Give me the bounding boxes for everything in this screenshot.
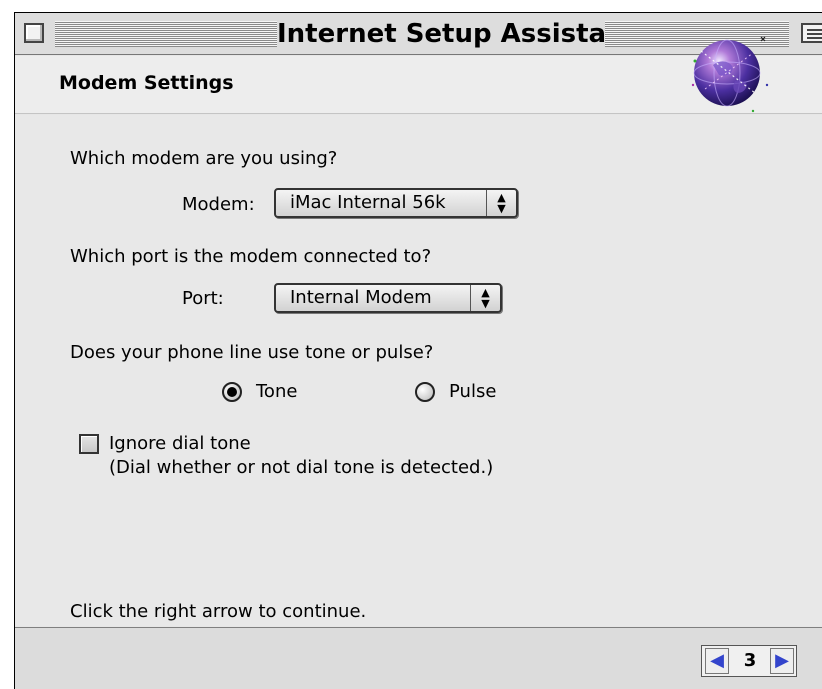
port-popup-value: Internal Modem [290, 287, 432, 308]
window-title: Internet Setup Assistant [277, 18, 638, 50]
ignore-dial-tone-label[interactable]: Ignore dial tone [109, 433, 251, 454]
page-number: 3 [743, 650, 757, 671]
collapse-box-icon[interactable] [801, 23, 822, 43]
modem-label: Modem: [182, 194, 255, 215]
left-arrow-icon[interactable]: ◀ [705, 648, 729, 674]
modem-popup[interactable]: iMac Internal 56k ▲ ▼ [274, 188, 518, 218]
port-popup[interactable]: Internal Modem ▲ ▼ [274, 283, 502, 313]
modem-settings-panel: Which modem are you using? Modem: iMac I… [15, 115, 822, 626]
page-title: Modem Settings [59, 72, 234, 94]
popup-arrows-icon: ▲ ▼ [486, 190, 516, 216]
title-bar-stripes-left [55, 21, 277, 47]
right-arrow-icon[interactable]: ▶ [770, 648, 794, 674]
port-question: Which port is the modem connected to? [70, 246, 432, 267]
modem-question: Which modem are you using? [70, 148, 338, 169]
pulse-label[interactable]: Pulse [449, 381, 496, 402]
tone-radio[interactable] [222, 382, 242, 402]
dialing-question: Does your phone line use tone or pulse? [70, 342, 434, 363]
close-box-icon[interactable] [24, 23, 44, 43]
ignore-dial-tone-checkbox[interactable] [79, 434, 99, 454]
tone-label[interactable]: Tone [256, 381, 297, 402]
ignore-dial-tone-note: (Dial whether or not dial tone is detect… [109, 457, 494, 478]
globe-icon [691, 36, 769, 113]
page-navigator: ◀ 3 ▶ [701, 645, 797, 677]
internet-setup-assistant-window: Internet Setup Assistant Modem Settings [14, 12, 822, 689]
instructions-text: Click the right arrow to continue. [70, 601, 367, 622]
popup-arrows-icon: ▲ ▼ [470, 285, 500, 311]
pulse-radio[interactable] [415, 382, 435, 402]
modem-popup-value: iMac Internal 56k [290, 192, 446, 213]
navigation-footer: ◀ 3 ▶ [15, 627, 822, 689]
port-label: Port: [182, 288, 224, 309]
